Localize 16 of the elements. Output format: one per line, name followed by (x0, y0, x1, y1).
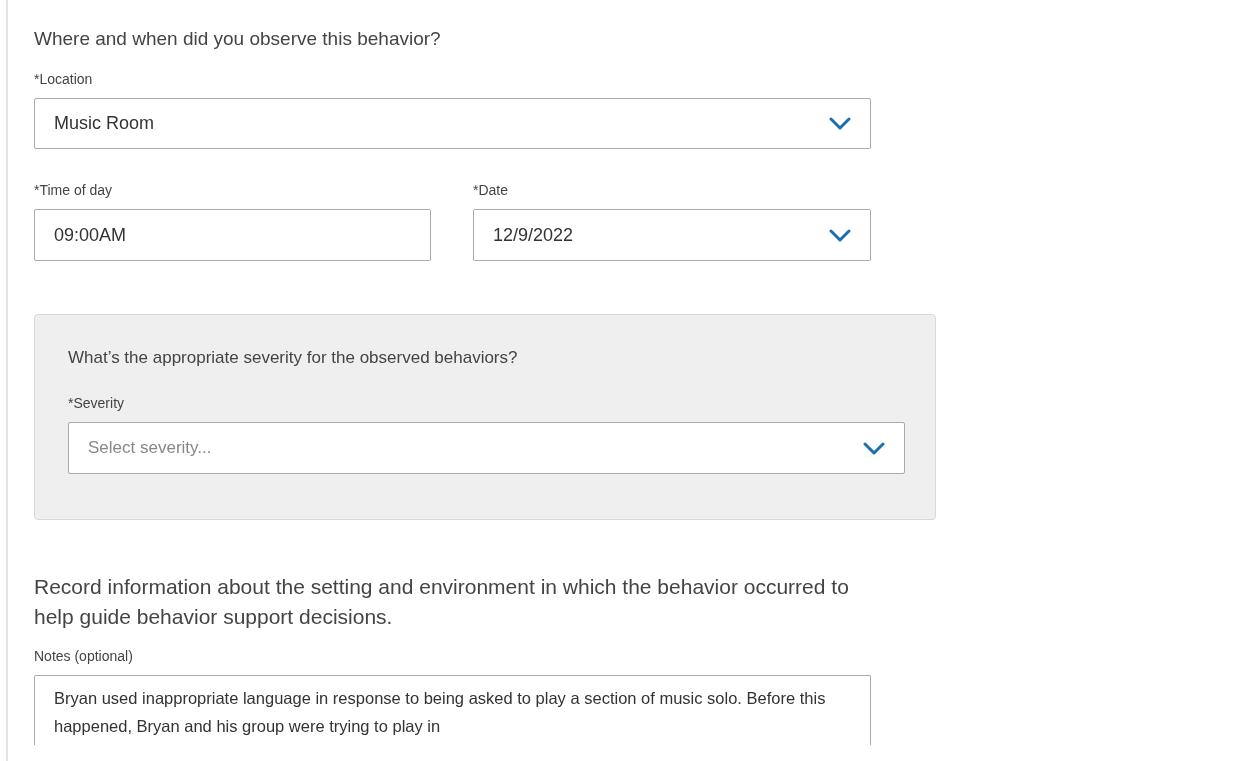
notes-field[interactable]: Bryan used inappropriate language in response to being asked to play a section of music solo. Before this happened, Bryan and his group were trying to play in (34, 675, 871, 745)
setting-heading: Record information about the setting and environment in which the behavior occurred to help guide behavior support decisions. (34, 574, 850, 630)
severity-select[interactable]: Select severity... (68, 422, 905, 474)
section-heading: Where and when did you observe this behavior? (34, 27, 442, 51)
severity-question: What’s the appropriate severity for the observed behaviors? (68, 347, 519, 369)
location-select[interactable]: Music Room (34, 98, 871, 149)
field-label: *Location (34, 70, 94, 88)
time-input[interactable]: 09:00AM (34, 209, 431, 261)
chevron-down-icon (829, 117, 851, 130)
chevron-down-icon (829, 228, 851, 242)
field-label: *Date (473, 181, 510, 199)
chevron-down-icon (863, 441, 885, 455)
field-label: Notes (optional) (34, 647, 134, 665)
field-label: *Severity (68, 394, 126, 412)
field-label: *Time of day (34, 181, 114, 199)
date-select[interactable]: 12/9/2022 (473, 209, 871, 261)
